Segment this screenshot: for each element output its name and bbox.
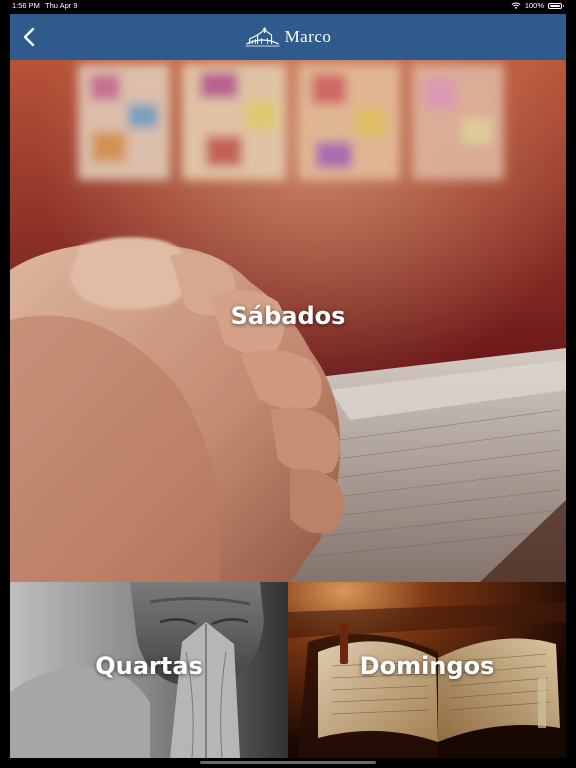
church-icon xyxy=(245,27,280,47)
battery-fill xyxy=(550,5,560,7)
status-right: 100% xyxy=(511,0,564,12)
navigation-bar: Marco xyxy=(10,14,566,60)
wifi-icon xyxy=(511,2,521,9)
home-indicator[interactable] xyxy=(200,761,376,764)
back-button[interactable] xyxy=(14,22,44,52)
status-bar: 1:56 PM Thu Apr 9 100% xyxy=(0,0,576,12)
status-time: 1:56 PM xyxy=(12,1,40,10)
app-logo-text: Marco xyxy=(284,27,332,46)
tile-sabados[interactable]: Sábados xyxy=(10,60,566,582)
chevron-left-icon xyxy=(23,27,35,47)
tile-domingos[interactable]: Domingos xyxy=(288,582,566,758)
app-logo: Marco xyxy=(245,27,332,47)
battery-tip xyxy=(562,5,564,7)
status-date: Thu Apr 9 xyxy=(45,1,78,10)
tile-quartas[interactable]: Quartas xyxy=(10,582,288,758)
open-bible-image xyxy=(288,582,566,758)
app-screen: 1:56 PM Thu Apr 9 100% Marco Sábados Qua… xyxy=(0,0,576,768)
praying-hands-image xyxy=(10,60,566,582)
battery-icon xyxy=(548,3,564,9)
battery-percent: 100% xyxy=(524,1,544,10)
man-praying-image xyxy=(10,582,288,758)
